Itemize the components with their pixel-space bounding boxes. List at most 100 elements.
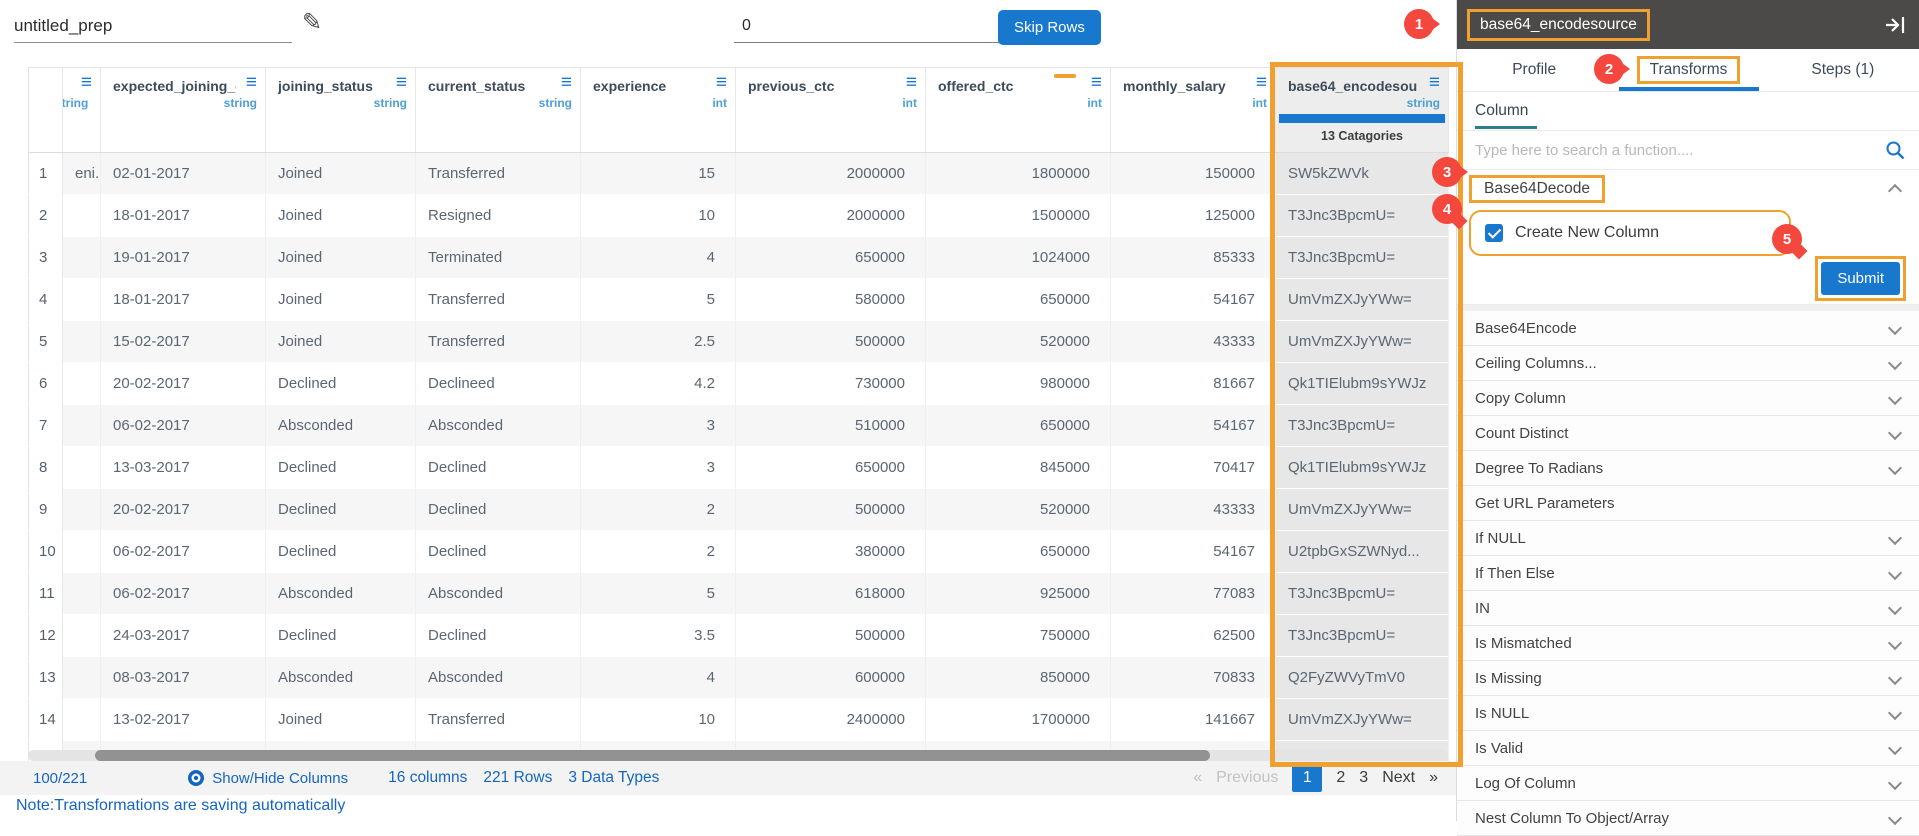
cell-clipped[interactable]: [62, 572, 101, 615]
column-header-previous_ctc[interactable]: previous_ctc ≡ int: [735, 67, 926, 153]
cell-rownum[interactable]: 10: [28, 530, 63, 573]
cell-monthly_salary[interactable]: 150000: [1110, 152, 1276, 195]
tab-steps[interactable]: Steps (1): [1766, 49, 1919, 91]
cell-joining_status[interactable]: Joined: [265, 320, 416, 363]
cell-clipped[interactable]: [62, 614, 101, 657]
column-header-experience[interactable]: experience ≡ int: [580, 67, 736, 153]
cell-clipped[interactable]: [62, 236, 101, 279]
column-menu-icon[interactable]: ≡: [246, 73, 257, 92]
cell-monthly_salary[interactable]: 81667: [1110, 362, 1276, 405]
cell-offered_ctc[interactable]: 925000: [925, 572, 1111, 615]
edit-pencil-icon[interactable]: ✎: [302, 8, 322, 37]
column-header-expected_joining_d...[interactable]: expected_joining_d... ≡ string: [100, 67, 266, 153]
submit-button[interactable]: Submit: [1821, 262, 1900, 295]
cell-base64_encodesou...[interactable]: T3Jnc3BpcmU=: [1275, 236, 1449, 279]
cell-experience[interactable]: 2: [580, 488, 736, 531]
pagination-page-3[interactable]: 3: [1359, 769, 1368, 787]
cell-expected_joining_d...[interactable]: 08-03-2017: [100, 656, 266, 699]
pagination-next[interactable]: Next: [1382, 769, 1415, 787]
cell-clipped[interactable]: [62, 320, 101, 363]
subtab-column[interactable]: Column: [1475, 102, 1528, 120]
cell-base64_encodesou...[interactable]: U2tpbGxSZWNyd...: [1275, 530, 1449, 573]
cell-clipped[interactable]: [62, 530, 101, 573]
cell-base64_encodesou...[interactable]: Q2FyZWVyTmV0: [1275, 656, 1449, 699]
cell-monthly_salary[interactable]: 43333: [1110, 488, 1276, 531]
cell-offered_ctc[interactable]: 750000: [925, 614, 1111, 657]
cell-experience[interactable]: 3.5: [580, 614, 736, 657]
cell-current_status[interactable]: Terminated: [415, 236, 581, 279]
cell-joining_status[interactable]: Declined: [265, 614, 416, 657]
cell-rownum[interactable]: 8: [28, 446, 63, 489]
show-hide-columns-button[interactable]: Show/Hide Columns: [187, 769, 348, 787]
cell-current_status[interactable]: Absconded: [415, 404, 581, 447]
cell-base64_encodesou...[interactable]: T3Jnc3BpcmU=: [1275, 404, 1449, 447]
cell-expected_joining_d...[interactable]: 18-01-2017: [100, 278, 266, 321]
column-menu-icon[interactable]: ≡: [396, 73, 407, 92]
skip-rows-input[interactable]: 0: [734, 10, 1000, 43]
cell-experience[interactable]: 5: [580, 572, 736, 615]
cell-current_status[interactable]: Absconded: [415, 656, 581, 699]
cell-rownum[interactable]: 7: [28, 404, 63, 447]
cell-joining_status[interactable]: Joined: [265, 278, 416, 321]
function-search-input[interactable]: Type here to search a function....: [1475, 142, 1693, 159]
cell-expected_joining_d...[interactable]: 06-02-2017: [100, 404, 266, 447]
cell-joining_status[interactable]: Joined: [265, 236, 416, 279]
cell-previous_ctc[interactable]: 618000: [735, 572, 926, 615]
cell-joining_status[interactable]: Absconded: [265, 656, 416, 699]
cell-monthly_salary[interactable]: 54167: [1110, 404, 1276, 447]
cell-rownum[interactable]: 2: [28, 194, 63, 237]
cell-rownum[interactable]: 12: [28, 614, 63, 657]
function-item[interactable]: Get URL Parameters: [1457, 486, 1919, 521]
cell-clipped[interactable]: [62, 362, 101, 405]
cell-joining_status[interactable]: Declined: [265, 446, 416, 489]
column-menu-icon[interactable]: ≡: [81, 73, 92, 92]
cell-monthly_salary[interactable]: 43333: [1110, 320, 1276, 363]
prep-name-input[interactable]: untitled_prep: [14, 10, 292, 43]
cell-joining_status[interactable]: Declined: [265, 488, 416, 531]
column-header-joining_status[interactable]: joining_status ≡ string: [265, 67, 416, 153]
cell-offered_ctc[interactable]: 1024000: [925, 236, 1111, 279]
cell-rownum[interactable]: 13: [28, 656, 63, 699]
function-base64decode[interactable]: Base64Decode: [1457, 170, 1919, 208]
cell-clipped[interactable]: eni...: [62, 152, 101, 195]
cell-rownum[interactable]: 5: [28, 320, 63, 363]
cell-current_status[interactable]: Transferred: [415, 152, 581, 195]
cell-rownum[interactable]: 11: [28, 572, 63, 615]
cell-expected_joining_d...[interactable]: 24-03-2017: [100, 614, 266, 657]
function-item[interactable]: Count Distinct: [1457, 416, 1919, 451]
create-new-column-checkbox[interactable]: [1485, 224, 1503, 242]
cell-rownum[interactable]: 4: [28, 278, 63, 321]
collapse-panel-icon[interactable]: [1884, 14, 1906, 36]
cell-joining_status[interactable]: Absconded: [265, 572, 416, 615]
cell-monthly_salary[interactable]: 70833: [1110, 656, 1276, 699]
cell-offered_ctc[interactable]: 1500000: [925, 194, 1111, 237]
cell-expected_joining_d...[interactable]: 18-01-2017: [100, 194, 266, 237]
cell-previous_ctc[interactable]: 510000: [735, 404, 926, 447]
cell-current_status[interactable]: Transferred: [415, 698, 581, 741]
cell-monthly_salary[interactable]: 54167: [1110, 278, 1276, 321]
cell-current_status[interactable]: Absconded: [415, 572, 581, 615]
search-icon[interactable]: [1884, 139, 1906, 161]
function-item[interactable]: Log Of Column: [1457, 766, 1919, 801]
cell-offered_ctc[interactable]: 1800000: [925, 152, 1111, 195]
cell-base64_encodesou...[interactable]: SW5kZWVk: [1275, 152, 1449, 195]
cell-experience[interactable]: 3: [580, 446, 736, 489]
column-header-current_status[interactable]: current_status ≡ string: [415, 67, 581, 153]
cell-rownum[interactable]: 6: [28, 362, 63, 405]
cell-experience[interactable]: 15: [580, 152, 736, 195]
cell-monthly_salary[interactable]: 141667: [1110, 698, 1276, 741]
column-menu-icon[interactable]: ≡: [716, 73, 727, 92]
cell-experience[interactable]: 4: [580, 236, 736, 279]
cell-previous_ctc[interactable]: 380000: [735, 530, 926, 573]
cell-clipped[interactable]: [62, 404, 101, 447]
cell-offered_ctc[interactable]: 845000: [925, 446, 1111, 489]
cell-base64_encodesou...[interactable]: UmVmZXJyYWw=: [1275, 698, 1449, 741]
function-item[interactable]: Degree To Radians: [1457, 451, 1919, 486]
cell-offered_ctc[interactable]: 650000: [925, 278, 1111, 321]
cell-base64_encodesou...[interactable]: Qk1TIElubm9sYWJz: [1275, 446, 1449, 489]
cell-experience[interactable]: 10: [580, 698, 736, 741]
function-item[interactable]: Is Missing: [1457, 661, 1919, 696]
cell-offered_ctc[interactable]: 650000: [925, 530, 1111, 573]
cell-offered_ctc[interactable]: 650000: [925, 404, 1111, 447]
cell-experience[interactable]: 4: [580, 656, 736, 699]
